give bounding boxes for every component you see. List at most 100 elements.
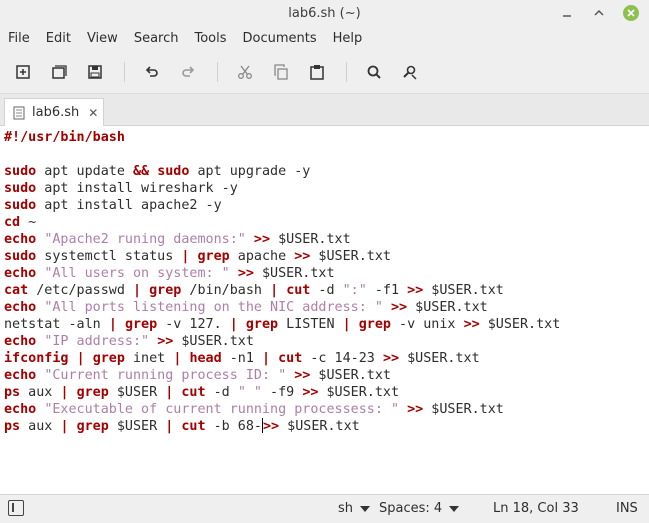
text-token: $USER.txt [318, 385, 400, 400]
code-line[interactable]: sudo apt install wireshark -y [4, 180, 560, 197]
replace-icon [403, 65, 417, 80]
undo-icon [145, 65, 158, 77]
keyword-token: >> [463, 317, 480, 332]
redo-button[interactable] [175, 59, 201, 85]
text-token: ~ [20, 215, 37, 230]
keyword-token: sudo [4, 164, 37, 179]
code-line[interactable]: echo "Apache2 runing daemons:" >> $USER.… [4, 231, 560, 248]
keyword-token: echo [4, 402, 37, 417]
text-token: $USER.txt [423, 402, 504, 417]
undo-button[interactable] [139, 59, 165, 85]
close-button[interactable] [623, 5, 639, 21]
text-token: /etc/passwd [28, 283, 133, 298]
paste-icon [310, 64, 324, 80]
code-line[interactable]: echo "All ports listening on the NIC add… [4, 299, 560, 316]
keyword-token: echo [4, 334, 37, 349]
code-line[interactable]: ps aux | grep $USER | cut -b 68->> $USER… [4, 418, 560, 435]
menu-edit[interactable]: Edit [38, 31, 79, 46]
tab-lab6[interactable]: lab6.sh ✕ [4, 98, 104, 126]
string-token: "Executable of current running processes… [44, 402, 400, 417]
code-line[interactable]: echo "Current running process ID: " >> $… [4, 367, 560, 384]
keyword-token: >> [302, 385, 319, 400]
keyword-token: #!/usr/bin/bash [4, 130, 125, 145]
status-bar: sh Spaces: 4 Ln 18, Col 33 INS [0, 494, 649, 523]
text-token: $USER.txt [407, 300, 488, 315]
insert-mode: INS [616, 501, 638, 516]
code-line[interactable]: sudo apt update && sudo apt upgrade -y [4, 163, 560, 180]
save-button[interactable] [82, 59, 108, 85]
keyword-token: echo [4, 300, 37, 315]
code-view[interactable]: #!/usr/bin/bash sudo apt update && sudo … [4, 129, 560, 435]
text-token: systemctl status [36, 249, 182, 264]
code-line[interactable]: ifconfig | grep inet | head -n1 | cut -c… [4, 350, 560, 367]
text-token: -v unix [391, 317, 464, 332]
menu-search[interactable]: Search [126, 31, 187, 46]
text-token: $USER.txt [310, 249, 391, 264]
code-line[interactable]: #!/usr/bin/bash [4, 129, 560, 146]
editor-area[interactable]: #!/usr/bin/bash sudo apt update && sudo … [0, 126, 649, 494]
paste-button[interactable] [304, 59, 330, 85]
keyword-token: head [189, 351, 222, 366]
keyword-token: >> [407, 402, 424, 417]
code-line[interactable]: sudo systemctl status | grep apache >> $… [4, 248, 560, 265]
code-line[interactable]: sudo apt install apache2 -y [4, 197, 560, 214]
keyword-token: ps [4, 419, 21, 434]
cut-button[interactable] [232, 59, 258, 85]
keyword-token: echo [4, 266, 37, 281]
text-token: aux [20, 385, 61, 400]
search-icon [367, 65, 381, 79]
search-button[interactable] [361, 59, 387, 85]
minimize-button[interactable] [559, 5, 575, 21]
tab-close-icon[interactable]: ✕ [88, 106, 98, 120]
title-bar: lab6.sh (~) [0, 0, 649, 26]
keyword-token: | [60, 385, 69, 400]
text-token: inet [124, 351, 174, 366]
cut-icon [238, 65, 252, 79]
text-token: /bin/bash [181, 283, 271, 298]
new-document-button[interactable] [10, 59, 36, 85]
string-token: "Apache2 runing daemons:" [44, 232, 246, 247]
copy-button[interactable] [268, 59, 294, 85]
menu-file[interactable]: File [0, 31, 38, 46]
keyword-token: cd [4, 215, 21, 230]
menu-tools[interactable]: Tools [186, 31, 234, 46]
replace-button[interactable] [397, 59, 423, 85]
tab-bar: lab6.sh ✕ [0, 94, 649, 126]
text-token: apt update [36, 164, 133, 179]
text-token: -d [310, 283, 343, 298]
maximize-button[interactable] [591, 5, 607, 21]
code-line[interactable] [4, 146, 560, 163]
code-line[interactable]: echo "IP address:" >> $USER.txt [4, 333, 560, 350]
code-line[interactable]: cd ~ [4, 214, 560, 231]
keyword-token: grep [124, 317, 158, 332]
text-token: apache [229, 249, 295, 264]
text-token: -v 127. [157, 317, 230, 332]
menu-help[interactable]: Help [325, 31, 371, 46]
code-line[interactable]: ps aux | grep $USER | cut -d " " -f9 >> … [4, 384, 560, 401]
keyword-token: >> [237, 266, 254, 281]
code-line[interactable]: netstat -aln | grep -v 127. | grep LISTE… [4, 316, 560, 333]
string-token: ":" [342, 283, 367, 298]
string-token: "All ports listening on the NIC address:… [44, 300, 383, 315]
code-line[interactable]: echo "Executable of current running proc… [4, 401, 560, 418]
keyword-token: cut [181, 385, 206, 400]
language-selector[interactable]: sh [338, 501, 371, 516]
new-window-button[interactable] [46, 59, 72, 85]
text-token: -f1 [366, 283, 408, 298]
menu-view[interactable]: View [79, 31, 126, 46]
spaces-selector[interactable]: Spaces: 4 [379, 501, 460, 516]
text-token: $USER.txt [310, 368, 391, 383]
menu-documents[interactable]: Documents [235, 31, 325, 46]
keyword-token: grep [197, 249, 230, 264]
keyword-token: grep [149, 283, 182, 298]
sidebar-toggle-icon[interactable] [8, 500, 24, 516]
toolbar-separator [346, 61, 347, 82]
code-line[interactable]: cat /etc/passwd | grep /bin/bash | cut -… [4, 282, 560, 299]
code-line[interactable]: echo "All users on system: " >> $USER.tx… [4, 265, 560, 282]
